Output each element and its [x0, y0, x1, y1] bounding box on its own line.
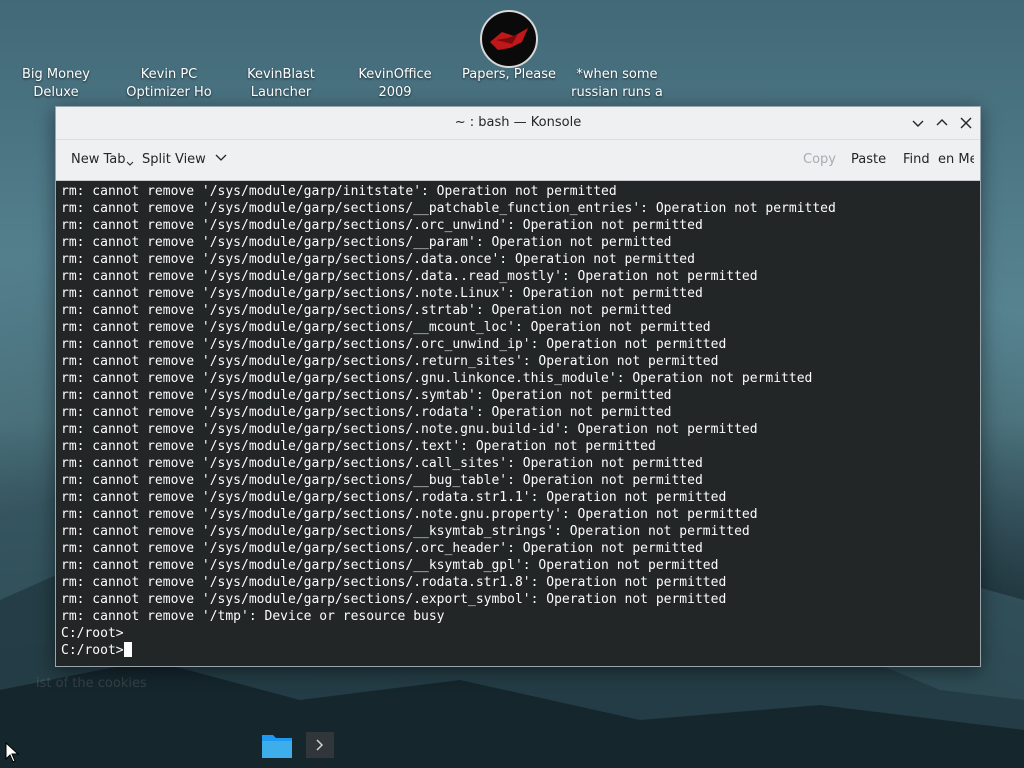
split-view-label: Split View	[142, 152, 206, 167]
file-manager-task[interactable]	[261, 731, 292, 759]
terminal-line: rm: cannot remove '/sys/module/garp/sect…	[61, 235, 672, 250]
terminal-line: rm: cannot remove '/sys/module/garp/sect…	[61, 320, 711, 335]
desktop-icon-kevinblast-launcher[interactable]: KevinBlast Launcher	[227, 8, 335, 102]
dropdown-indicator-icon	[126, 161, 133, 166]
desktop-icon-big-money-deluxe[interactable]: Big Money Deluxe	[2, 8, 110, 102]
paste-button[interactable]: Paste	[851, 152, 886, 167]
terminal-line: rm: cannot remove '/sys/module/garp/sect…	[61, 490, 727, 505]
terminal-line: rm: cannot remove '/sys/module/garp/sect…	[61, 252, 695, 267]
desktop-icon-papers-please[interactable]: Papers, Please	[455, 8, 563, 84]
terminal-line: rm: cannot remove '/sys/module/garp/sect…	[61, 337, 727, 352]
terminal-line: rm: cannot remove '/sys/module/garp/sect…	[61, 405, 672, 420]
minimize-button[interactable]	[908, 113, 928, 133]
terminal-line: rm: cannot remove '/sys/module/garp/init…	[61, 184, 617, 199]
terminal-view[interactable]: rm: cannot remove '/sys/module/garp/init…	[56, 181, 980, 666]
terminal-line: rm: cannot remove '/sys/module/garp/sect…	[61, 507, 758, 522]
prompt-text: C:/root>	[61, 643, 124, 658]
desktop-icon-kevin-pc-optimizer[interactable]: Kevin PC Optimizer Ho	[115, 8, 223, 102]
terminal-line: rm: cannot remove '/sys/module/garp/sect…	[61, 388, 672, 403]
terminal-line: rm: cannot remove '/sys/module/garp/sect…	[61, 473, 703, 488]
terminal-line: C:/root>	[61, 626, 124, 641]
terminal-line: rm: cannot remove '/sys/module/garp/sect…	[61, 558, 719, 573]
konsole-window[interactable]: ~ : bash — Konsole New Tab Split View Co…	[55, 106, 981, 667]
open-menu-button[interactable]: en Me	[938, 152, 974, 167]
terminal-line: rm: cannot remove '/sys/module/garp/sect…	[61, 303, 672, 318]
terminal-line: rm: cannot remove '/sys/module/garp/sect…	[61, 269, 758, 284]
new-tab-label: New Tab	[71, 152, 126, 167]
terminal-line: rm: cannot remove '/sys/module/garp/sect…	[61, 439, 656, 454]
terminal-line: rm: cannot remove '/sys/module/garp/sect…	[61, 422, 758, 437]
desktop-icon-kevinoffice-2009[interactable]: KevinOffice 2009	[341, 8, 449, 102]
desktop-icon-russian-file[interactable]: *when some russian runs a	[563, 8, 671, 102]
terminal-prompt-line[interactable]: C:/root>	[61, 642, 980, 659]
desktop-hidden-label: ist of the cookies	[36, 676, 147, 691]
konsole-task[interactable]	[305, 731, 335, 759]
toolbar: New Tab Split View Copy Paste Find en Me	[56, 140, 980, 181]
chevron-down-icon	[215, 154, 227, 161]
desktop-icon-label: KevinBlast Launcher	[247, 67, 315, 100]
terminal-line: rm: cannot remove '/sys/module/garp/sect…	[61, 201, 836, 216]
terminal-line: rm: cannot remove '/sys/module/garp/sect…	[61, 524, 750, 539]
terminal-line: rm: cannot remove '/tmp': Device or reso…	[61, 609, 445, 624]
terminal-output: rm: cannot remove '/sys/module/garp/init…	[56, 181, 980, 659]
terminal-line: rm: cannot remove '/sys/module/garp/sect…	[61, 286, 703, 301]
terminal-line: rm: cannot remove '/sys/module/garp/sect…	[61, 218, 703, 233]
terminal-line: rm: cannot remove '/sys/module/garp/sect…	[61, 456, 703, 471]
text-cursor	[123, 642, 132, 657]
titlebar[interactable]: ~ : bash — Konsole	[56, 107, 980, 140]
desktop-icon-label: Big Money Deluxe	[21, 67, 90, 100]
terminal-icon	[306, 732, 334, 758]
terminal-line: rm: cannot remove '/sys/module/garp/sect…	[61, 354, 719, 369]
maximize-button[interactable]	[932, 113, 952, 133]
mouse-cursor-icon	[5, 742, 20, 763]
terminal-line: rm: cannot remove '/sys/module/garp/sect…	[61, 371, 813, 386]
chevron-up-icon	[936, 119, 948, 126]
terminal-line: rm: cannot remove '/sys/module/garp/sect…	[61, 592, 727, 607]
terminal-line: rm: cannot remove '/sys/module/garp/sect…	[61, 575, 727, 590]
folder-icon	[262, 735, 292, 758]
copy-button[interactable]: Copy	[803, 152, 836, 167]
chevron-down-icon	[912, 120, 924, 127]
desktop-icon-label: KevinOffice 2009	[358, 67, 432, 100]
terminal-line: rm: cannot remove '/sys/module/garp/sect…	[61, 541, 703, 556]
window-title: ~ : bash — Konsole	[454, 115, 582, 130]
desktop-icon-label: Papers, Please	[461, 67, 557, 82]
find-button[interactable]: Find	[903, 152, 930, 167]
desktop-icon-label: Kevin PC Optimizer Ho	[126, 67, 212, 100]
split-view-button[interactable]: Split View	[142, 152, 228, 167]
close-icon	[960, 117, 972, 129]
close-button[interactable]	[956, 113, 976, 133]
new-tab-button[interactable]: New Tab	[71, 152, 134, 167]
desktop-icon-label: *when some russian runs a	[571, 67, 663, 100]
